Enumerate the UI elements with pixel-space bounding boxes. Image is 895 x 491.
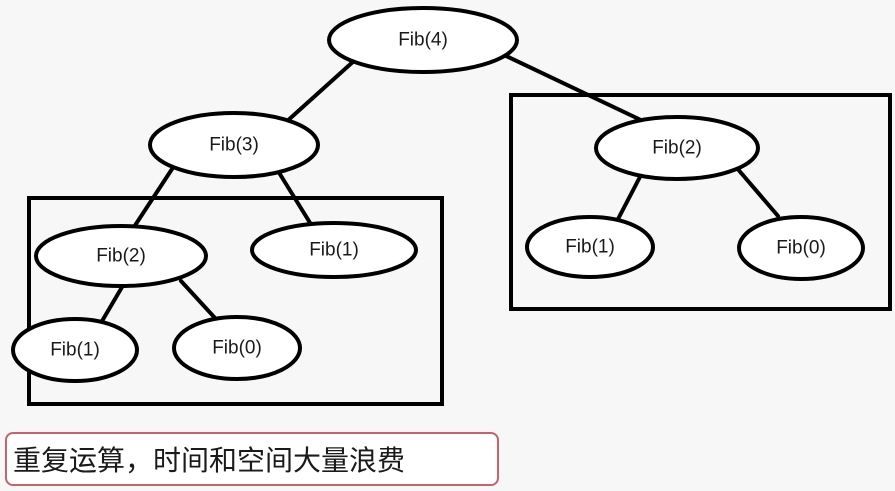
fibonacci-recursion-tree: Fib(4) Fib(3) Fib(2) Fib(2) Fib(1) Fib(1… — [11, 6, 892, 406]
node-fib0-right: Fib(0) — [737, 215, 865, 281]
node-fib1-middle: Fib(1) — [250, 221, 418, 279]
edge-fib2-fib0 — [179, 279, 217, 320]
caption-box: 重复运算，时间和空间大量浪费 — [5, 432, 499, 486]
node-fib2-right-label: Fib(2) — [652, 138, 702, 159]
node-fib3-label: Fib(3) — [209, 135, 259, 156]
node-fib2-left-label: Fib(2) — [96, 246, 146, 267]
node-fib0-left-label: Fib(0) — [212, 338, 262, 359]
node-fib2-left: Fib(2) — [34, 224, 208, 288]
node-fib0-right-label: Fib(0) — [776, 238, 826, 259]
node-fib1-middle-label: Fib(1) — [309, 240, 359, 261]
node-fib0-left: Fib(0) — [172, 315, 302, 381]
node-fib3: Fib(3) — [148, 111, 320, 179]
node-fib2-right: Fib(2) — [594, 115, 760, 181]
node-fib4-label: Fib(4) — [398, 30, 448, 51]
node-fib1-right-label: Fib(1) — [565, 237, 615, 258]
caption-text: 重复运算，时间和空间大量浪费 — [13, 444, 406, 477]
node-fib1-right: Fib(1) — [525, 215, 655, 279]
edge-fib2-fib1-right — [615, 171, 644, 223]
node-fib1-left-label: Fib(1) — [50, 340, 100, 361]
edge-fib4-fib3 — [283, 58, 357, 125]
node-fib4: Fib(4) — [327, 6, 519, 74]
node-fib1-left: Fib(1) — [11, 317, 139, 383]
